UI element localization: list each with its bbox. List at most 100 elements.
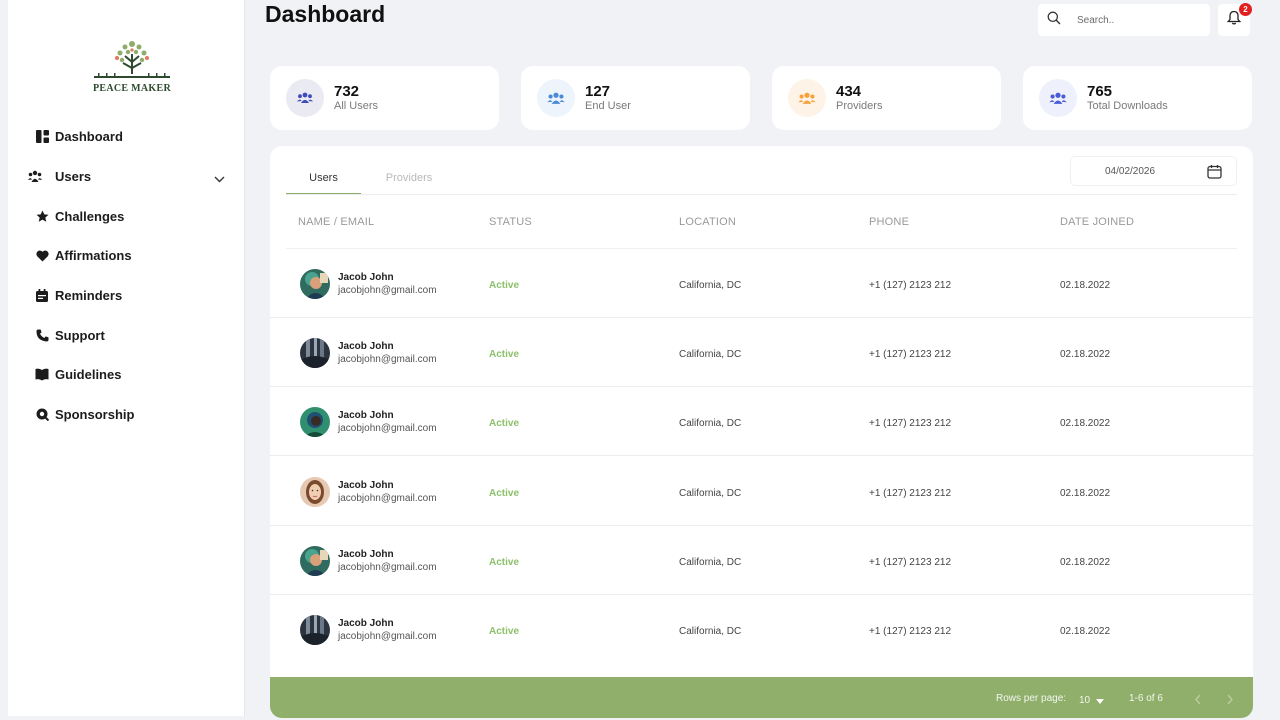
stat-value: 127 bbox=[585, 83, 611, 100]
stat-value: 732 bbox=[334, 83, 360, 100]
date-joined-cell: 02.18.2022 bbox=[1060, 280, 1111, 291]
date-joined-cell: 02.18.2022 bbox=[1060, 626, 1111, 637]
user-email: jacobjohn@gmail.com bbox=[338, 285, 437, 296]
sidebar-item-label: Sponsorship bbox=[55, 407, 135, 423]
status-badge: Active bbox=[489, 487, 520, 499]
calendar-icon bbox=[34, 288, 50, 304]
phone-cell: +1 (127) 2123 212 bbox=[869, 418, 952, 430]
chevron-down-icon[interactable] bbox=[214, 170, 225, 188]
sidebar-item-label: Guidelines bbox=[55, 367, 122, 383]
stat-label: Providers bbox=[836, 100, 883, 112]
pagination-bar: Rows per page: 10 1-6 of 6 bbox=[270, 677, 1253, 718]
date-joined-cell: 02.18.2022 bbox=[1060, 556, 1111, 568]
date-joined-cell: 02.18.2022 bbox=[1060, 349, 1111, 361]
user-name: Jacob John bbox=[338, 410, 394, 422]
heart-icon bbox=[34, 248, 50, 264]
search-box[interactable] bbox=[1038, 4, 1210, 36]
sidebar-item-affirmations[interactable]: Affirmations bbox=[8, 236, 245, 276]
status-badge: Active bbox=[489, 349, 520, 361]
location-cell: California, DC bbox=[679, 556, 742, 568]
avatar bbox=[300, 338, 330, 369]
avatar bbox=[300, 615, 330, 645]
column-header[interactable]: NAME / EMAIL bbox=[298, 216, 374, 228]
sidebar-item-reminders[interactable]: Reminders bbox=[8, 276, 245, 316]
logo: PEACE MAKER bbox=[86, 38, 178, 96]
notification-badge: 2 bbox=[1239, 3, 1252, 16]
status-badge: Active bbox=[489, 626, 520, 637]
stat-value: 434 bbox=[836, 83, 862, 100]
stat-label: End User bbox=[585, 100, 631, 112]
caret-down-icon[interactable] bbox=[1096, 692, 1104, 710]
sidebar-item-support[interactable]: Support bbox=[8, 315, 245, 355]
page-title: Dashboard bbox=[265, 1, 386, 27]
user-email: jacobjohn@gmail.com bbox=[338, 354, 437, 366]
book-icon bbox=[34, 367, 50, 383]
sidebar-item-label: Affirmations bbox=[55, 248, 132, 264]
status-badge: Active bbox=[489, 280, 520, 291]
phone-cell: +1 (127) 2123 212 bbox=[869, 349, 952, 361]
chevron-right-icon[interactable] bbox=[1226, 692, 1234, 710]
stat-card-end-user: 127 End User bbox=[521, 66, 750, 130]
avatar bbox=[300, 407, 330, 438]
tab-bar: Users Providers bbox=[286, 160, 437, 195]
stat-value: 765 bbox=[1087, 83, 1113, 100]
chevron-left-icon[interactable] bbox=[1194, 692, 1202, 710]
table-row[interactable]: Jacob John jacobjohn@gmail.com Active Calif… bbox=[270, 526, 1253, 595]
column-header[interactable]: LOCATION bbox=[679, 216, 736, 228]
tab-users[interactable]: Users bbox=[286, 160, 361, 195]
badge-icon bbox=[34, 407, 50, 423]
tree-logo-icon bbox=[94, 41, 170, 78]
status-badge: Active bbox=[489, 556, 520, 568]
sidebar-item-label: Reminders bbox=[55, 288, 123, 304]
table-row[interactable]: Jacob John jacobjohn@gmail.com Active Calif… bbox=[270, 457, 1253, 526]
rows-per-page-select[interactable]: 10 bbox=[1079, 695, 1090, 706]
stat-label: All Users bbox=[334, 100, 379, 112]
sidebar-item-guidelines[interactable]: Guidelines bbox=[8, 355, 245, 395]
user-name: Jacob John bbox=[338, 479, 394, 491]
table-row[interactable]: Jacob John jacobjohn@gmail.com Active Calif… bbox=[270, 318, 1253, 388]
divider bbox=[286, 194, 1237, 195]
phone-cell: +1 (127) 2123 212 bbox=[869, 556, 952, 568]
users-icon bbox=[286, 79, 324, 117]
location-cell: California, DC bbox=[679, 626, 742, 637]
user-email: jacobjohn@gmail.com bbox=[338, 631, 437, 642]
table-row[interactable]: Jacob John jacobjohn@gmail.com Active Calif… bbox=[270, 249, 1253, 318]
users-panel: Users Providers 04/02/2026 NAME / EMAIL … bbox=[270, 146, 1253, 718]
sidebar-item-sponsorship[interactable]: Sponsorship bbox=[8, 395, 245, 435]
notifications-button[interactable]: 2 bbox=[1218, 3, 1252, 36]
phone-icon bbox=[34, 327, 50, 343]
sidebar-nav: Dashboard Users Challenges Affirmations bbox=[8, 117, 245, 435]
stat-card-providers: 434 Providers bbox=[772, 66, 1001, 130]
phone-cell: +1 (127) 2123 212 bbox=[869, 626, 952, 637]
bell-icon bbox=[1226, 10, 1242, 30]
status-badge: Active bbox=[489, 418, 520, 430]
search-input[interactable] bbox=[1077, 14, 1197, 26]
column-header[interactable]: STATUS bbox=[489, 216, 532, 228]
dashboard-icon bbox=[34, 129, 50, 145]
calendar-icon[interactable] bbox=[1207, 164, 1222, 184]
sidebar-item-label: Users bbox=[55, 169, 92, 185]
user-name: Jacob John bbox=[338, 341, 394, 353]
column-header[interactable]: PHONE bbox=[869, 216, 909, 228]
table-row[interactable]: Jacob John jacobjohn@gmail.com Active Calif… bbox=[270, 595, 1253, 664]
date-filter[interactable]: 04/02/2026 bbox=[1070, 156, 1237, 186]
table-row[interactable]: Jacob John jacobjohn@gmail.com Active Calif… bbox=[270, 387, 1253, 457]
user-email: jacobjohn@gmail.com bbox=[338, 492, 437, 504]
stat-card-all-users: 732 All Users bbox=[270, 66, 499, 130]
users-icon bbox=[1039, 79, 1077, 117]
phone-cell: +1 (127) 2123 212 bbox=[869, 280, 952, 291]
sidebar-item-label: Challenges bbox=[55, 208, 125, 224]
sidebar-item-label: Support bbox=[55, 327, 105, 343]
column-header[interactable]: DATE JOINED bbox=[1060, 216, 1134, 228]
sidebar-item-dashboard[interactable]: Dashboard bbox=[8, 117, 245, 157]
star-icon bbox=[34, 208, 50, 224]
tab-providers[interactable]: Providers bbox=[381, 160, 437, 195]
sidebar-item-users[interactable]: Users bbox=[8, 157, 245, 197]
location-cell: California, DC bbox=[679, 349, 742, 361]
brand-name: PEACE MAKER bbox=[92, 83, 172, 94]
location-cell: California, DC bbox=[679, 487, 742, 499]
user-name: Jacob John bbox=[338, 272, 394, 283]
user-email: jacobjohn@gmail.com bbox=[338, 423, 437, 435]
sidebar-item-challenges[interactable]: Challenges bbox=[8, 196, 245, 236]
users-icon bbox=[537, 79, 575, 117]
